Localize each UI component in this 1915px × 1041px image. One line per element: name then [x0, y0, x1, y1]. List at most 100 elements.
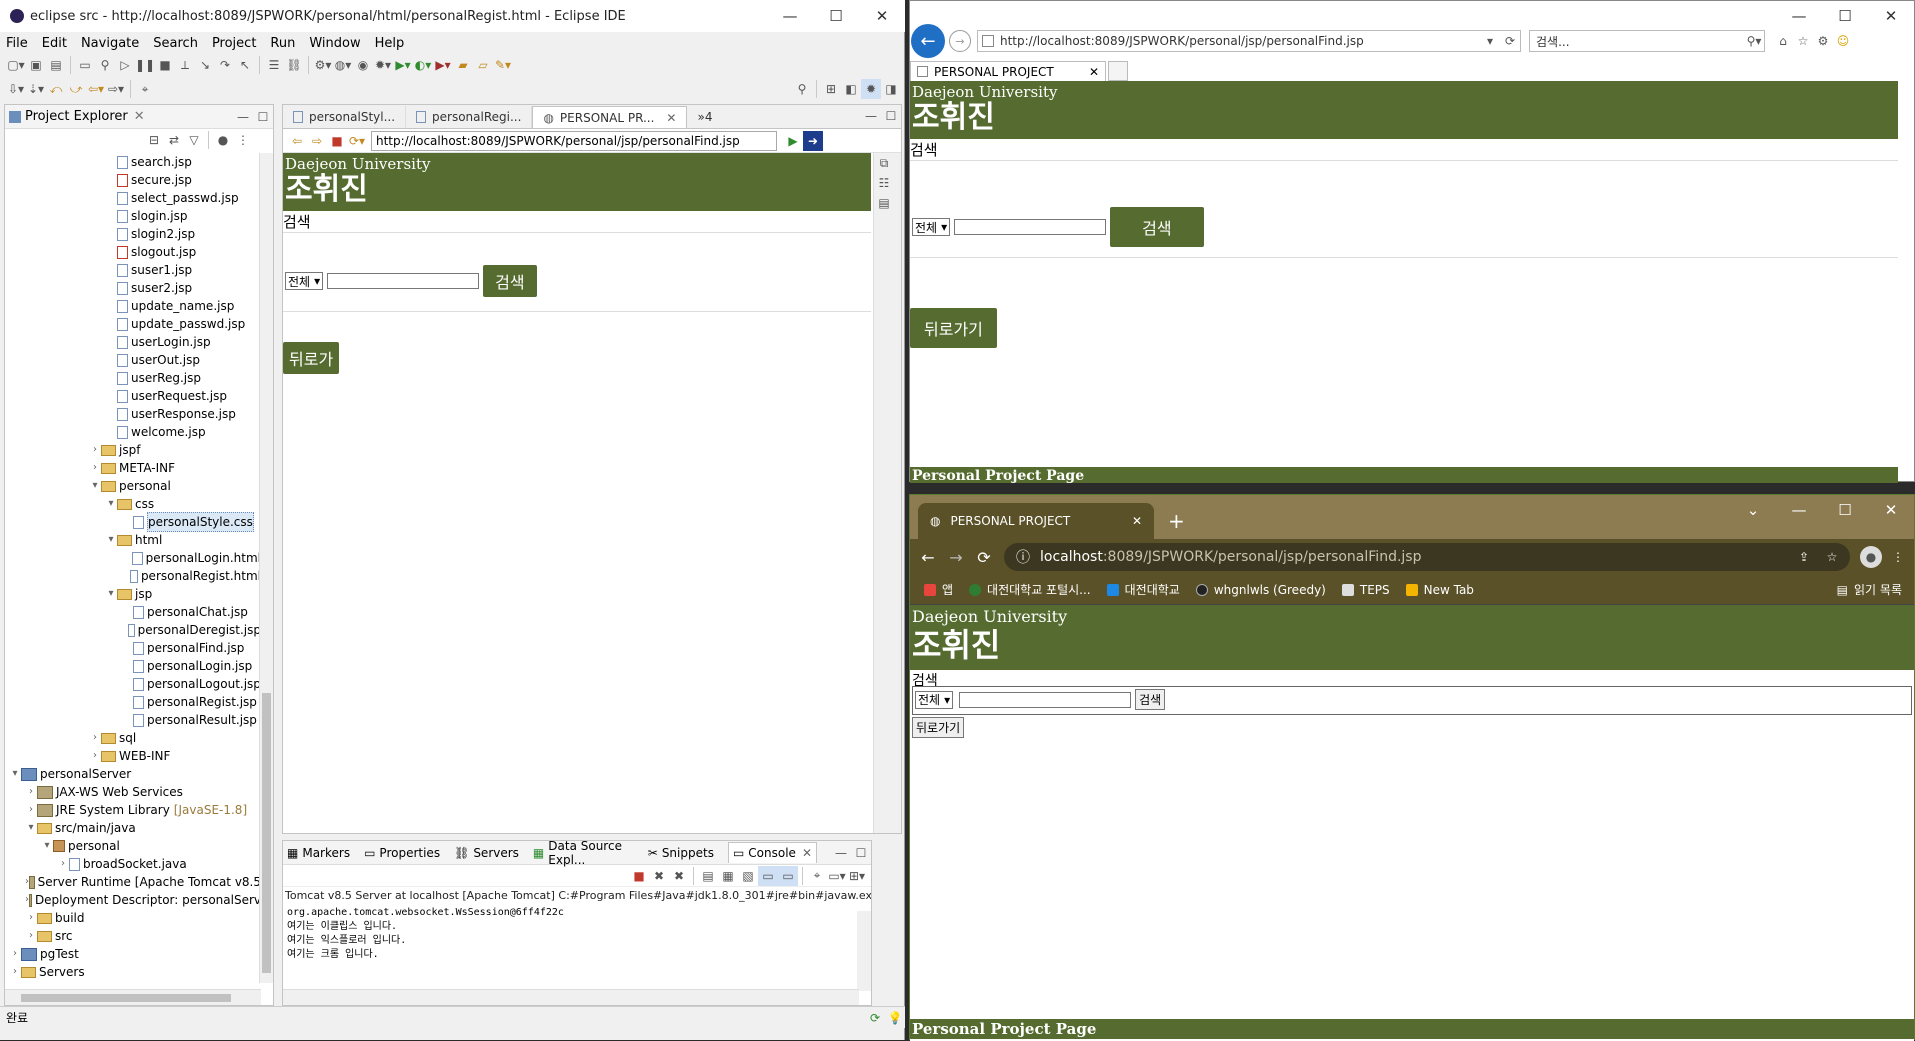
collapsed-chevron-icon[interactable]: › — [89, 441, 101, 459]
tree-item[interactable]: suser2.jsp — [5, 279, 261, 297]
search-button[interactable]: 검색 — [483, 265, 537, 297]
tree-item[interactable]: suser1.jsp — [5, 261, 261, 279]
back-button[interactable]: 뒤로가 — [283, 342, 340, 374]
collapsed-chevron-icon[interactable]: › — [9, 945, 21, 963]
tab-markers[interactable]: ▦ Markers — [287, 846, 350, 860]
tree-item[interactable]: › Server Runtime [Apache Tomcat v8.5 — [5, 873, 261, 891]
collapsed-chevron-icon[interactable]: › — [89, 459, 101, 477]
terminal-icon[interactable]: ▭ — [75, 55, 95, 75]
show-stderr-icon[interactable]: ▭ — [778, 865, 798, 886]
back-button[interactable]: 뒤로가기 — [910, 308, 997, 348]
tree-item[interactable]: › build — [5, 909, 261, 927]
ie-tab-personal-project[interactable]: PERSONAL PROJECT ✕ — [910, 61, 1106, 81]
restore-icon[interactable]: ⧉ — [874, 153, 894, 173]
word-wrap-icon[interactable]: ▧ — [738, 866, 758, 886]
tree-item[interactable]: › pgTest — [5, 945, 261, 963]
new-icon[interactable]: ▢▾ — [6, 55, 26, 75]
menu-window[interactable]: Window — [309, 36, 360, 51]
search-button[interactable]: 검색 — [1110, 207, 1204, 247]
tree-item[interactable]: userLogin.jsp — [5, 333, 261, 351]
tree-item[interactable]: secure.jsp — [5, 171, 261, 189]
server-icon[interactable]: ⚙▾ — [313, 55, 333, 75]
tree-item[interactable]: slogin2.jsp — [5, 225, 261, 243]
tree-item[interactable]: userResponse.jsp — [5, 405, 261, 423]
collapsed-chevron-icon[interactable]: › — [25, 801, 37, 819]
quick-access-search-icon[interactable]: ⚲ — [792, 79, 812, 99]
tree-item[interactable]: search.jsp — [5, 153, 261, 171]
menu-navigate[interactable]: Navigate — [81, 36, 139, 51]
chrome-close-tab-icon[interactable]: ✕ — [1132, 514, 1142, 528]
tree-item[interactable]: welcome.jsp — [5, 423, 261, 441]
menu-run[interactable]: Run — [270, 36, 295, 51]
terminate-icon[interactable]: ■ — [629, 866, 649, 886]
menu-edit[interactable]: Edit — [42, 36, 67, 51]
chrome-forward-icon[interactable]: → — [946, 547, 966, 567]
tab-snippets[interactable]: ✂ Snippets — [648, 846, 714, 860]
maximize-editor-icon[interactable]: ☐ — [881, 106, 901, 126]
tree-item[interactable]: › jspf — [5, 441, 261, 459]
tree-item[interactable]: ▾ css — [5, 495, 261, 513]
ie-search-box[interactable]: 검색... ⚲▾ — [1529, 30, 1765, 52]
back-icon[interactable]: ⇦▾ — [86, 79, 106, 99]
maximize-view-icon[interactable]: ☐ — [253, 107, 273, 127]
java-perspective-icon[interactable]: ◨ — [881, 79, 901, 99]
tree-item[interactable]: › broadSocket.java — [5, 855, 261, 873]
tree-horizontal-scrollbar[interactable] — [5, 989, 261, 1005]
ie-back-button[interactable]: ← — [911, 24, 945, 58]
close-view-icon[interactable]: ✕ — [134, 109, 145, 124]
expanded-chevron-icon[interactable]: ▾ — [89, 477, 101, 495]
ie-favorites-icon[interactable]: ☆ — [1793, 31, 1813, 51]
resume-icon[interactable]: ▷ — [115, 55, 135, 75]
expanded-chevron-icon[interactable]: ▾ — [105, 585, 117, 603]
close-tab-icon[interactable]: ✕ — [666, 111, 676, 125]
tree-item[interactable]: personalChat.jsp — [5, 603, 261, 621]
tree-item[interactable]: personalStyle.css — [5, 512, 261, 532]
menu-file[interactable]: File — [6, 36, 28, 51]
internal-browser-url[interactable]: http://localhost:8089/JSPWORK/personal/j… — [371, 130, 777, 151]
stop-icon[interactable]: ■ — [327, 131, 347, 151]
tree-item[interactable]: › Servers — [5, 963, 261, 981]
tree-item[interactable]: ▾ personal — [5, 837, 261, 855]
go-icon[interactable]: ▶ — [783, 131, 803, 151]
search-tool-icon[interactable]: ⚲ — [95, 55, 115, 75]
step-into-icon[interactable]: ↘ — [195, 55, 215, 75]
filter-icon[interactable]: ▽ — [184, 130, 204, 150]
history-icon[interactable]: ⇣▾ — [26, 79, 46, 99]
tip-icon[interactable]: 💡 — [885, 1008, 905, 1028]
web-icon[interactable]: ◉ — [353, 55, 373, 75]
chrome-tab-personal-project[interactable]: ◍ PERSONAL PROJECT ✕ — [918, 503, 1154, 539]
search-button[interactable]: 검색 — [1135, 689, 1166, 710]
open-type-icon[interactable]: ▱ — [473, 55, 493, 75]
open-folder-icon[interactable]: ▰ — [453, 55, 473, 75]
bookmark-dju-portal[interactable]: 대전대학교 포털시... — [969, 581, 1091, 598]
tree-item[interactable]: personalRegist.jsp — [5, 693, 261, 711]
tree-item[interactable]: › sql — [5, 729, 261, 747]
menu-project[interactable]: Project — [212, 36, 256, 51]
step-over-icon[interactable]: ↷ — [215, 55, 235, 75]
tree-item[interactable]: personalResult.jsp — [5, 711, 261, 729]
list-icon[interactable]: ☰ — [264, 55, 284, 75]
save-all-icon[interactable]: ▤ — [46, 55, 66, 75]
tree-item[interactable]: userReg.jsp — [5, 369, 261, 387]
tree-item[interactable]: › JRE System Library [JavaSE-1.8] — [5, 801, 261, 819]
expanded-chevron-icon[interactable]: ▾ — [105, 531, 117, 549]
menu-help[interactable]: Help — [375, 36, 405, 51]
sync-icon[interactable]: ⟳ — [865, 1008, 885, 1028]
external-tools-icon[interactable]: ▶▾ — [433, 55, 453, 75]
bookmark-github[interactable]: whgnlwls (Greedy) — [1195, 583, 1326, 597]
disconnect-icon[interactable]: ⟂ — [175, 55, 195, 75]
tree-item[interactable]: ▾ personal — [5, 477, 261, 495]
outline-icon[interactable]: ☷ — [874, 173, 894, 193]
close-console-icon[interactable]: ✕ — [802, 846, 812, 860]
bookmark-apps[interactable]: 앱 — [924, 581, 953, 598]
tab-data-source[interactable]: ▦ Data Source Expl... — [533, 839, 634, 867]
link-editor-icon[interactable]: ⇄ — [164, 130, 184, 150]
tree-item[interactable]: userOut.jsp — [5, 351, 261, 369]
chrome-tab-search-icon[interactable]: ⌄ — [1730, 495, 1776, 525]
bookmark-teps[interactable]: TEPS — [1341, 583, 1390, 597]
tab-properties[interactable]: ▭ Properties — [364, 846, 440, 860]
tab-personal-project[interactable]: ◍ PERSONAL PR... ✕ — [532, 106, 688, 128]
coverage-icon[interactable]: ◐▾ — [413, 55, 433, 75]
tree-item[interactable]: personalLogin.jsp — [5, 657, 261, 675]
ie-refresh-icon[interactable]: ⟳ — [1500, 31, 1520, 51]
